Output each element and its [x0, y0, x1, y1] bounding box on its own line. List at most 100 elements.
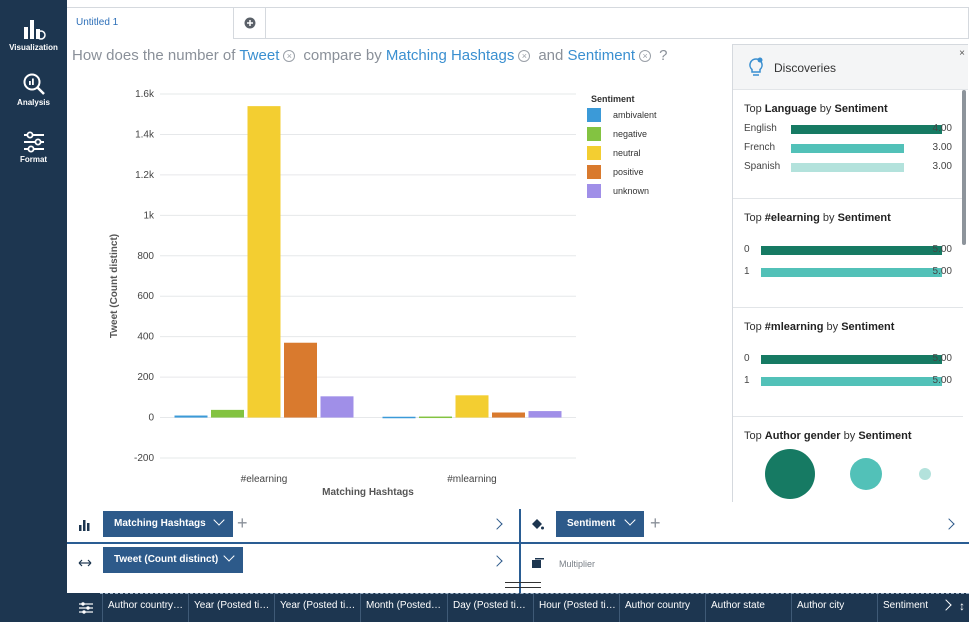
- tab-bar-empty: [266, 7, 969, 39]
- discovery-card[interactable]: Top #elearning by Sentiment 0 5.00 1 5.00: [733, 199, 963, 308]
- color-chip[interactable]: Sentiment: [556, 511, 644, 537]
- lightbulb-icon: [749, 57, 763, 76]
- field-item-label: Year (Posted ti…: [280, 600, 356, 611]
- y-tick-label: 1.2k: [135, 170, 155, 181]
- y-tick-label: 800: [137, 251, 154, 262]
- field-item-label: Hour (Posted ti…: [539, 600, 616, 611]
- add-tab-button[interactable]: [234, 7, 266, 39]
- bar[interactable]: [247, 106, 281, 418]
- bar-axis-icon: [79, 520, 90, 531]
- field-item-label: Sentiment: [883, 600, 929, 611]
- bar-chart-icon: [23, 20, 46, 40]
- field-item[interactable]: Author city: [791, 593, 877, 622]
- app-root: Visualization Analysis Format Untitled 1…: [0, 0, 969, 622]
- bar[interactable]: [492, 412, 525, 418]
- shelf-divider-horizontal: [67, 542, 969, 544]
- field-item-label: Day (Posted ti…: [453, 600, 526, 611]
- field-item[interactable]: Sentiment: [877, 593, 935, 622]
- field-item[interactable]: Day (Posted ti…: [447, 593, 533, 622]
- field-item[interactable]: Year (Posted ti…: [188, 593, 274, 622]
- legend-label: neutral: [613, 148, 641, 158]
- discovery-row-value: 4.00: [932, 123, 952, 134]
- bar[interactable]: [211, 409, 244, 418]
- field-item-label: Author state: [711, 600, 765, 611]
- discovery-bubble: [919, 468, 931, 480]
- x-tick-label: #mlearning: [447, 474, 496, 485]
- bar[interactable]: [455, 395, 489, 418]
- field-item-label: Author country…: [108, 600, 184, 611]
- close-discoveries-button[interactable]: ×: [959, 48, 965, 59]
- discoveries-scrollbar[interactable]: [962, 90, 966, 245]
- sidebar-item-visualization[interactable]: Visualization: [0, 17, 67, 52]
- y-tick-label: 0: [148, 413, 154, 424]
- remove-dimension-1-icon[interactable]: ×: [518, 50, 531, 63]
- field-item[interactable]: Author country…: [102, 593, 188, 622]
- question-measure[interactable]: Tweet: [239, 47, 279, 64]
- legend-label: unknown: [613, 186, 650, 196]
- discoveries-title: Discoveries: [774, 61, 837, 75]
- bar[interactable]: [382, 416, 416, 419]
- sidebar-item-format[interactable]: Format: [0, 131, 67, 164]
- legend-swatch: [587, 184, 601, 198]
- discovery-card-title: Top Language by Sentiment: [744, 103, 888, 115]
- question-prefix: How does the number of: [72, 47, 236, 64]
- bar[interactable]: [320, 396, 354, 418]
- discovery-row-value: 3.00: [932, 161, 952, 172]
- discovery-card[interactable]: Top Author gender by Sentiment: [733, 417, 963, 502]
- discovery-row-label: English: [744, 123, 777, 134]
- bar[interactable]: [174, 415, 208, 418]
- y-tick-label: 400: [137, 332, 154, 343]
- sort-arrows-icon[interactable]: ↕: [959, 599, 965, 613]
- left-sidebar: Visualization Analysis Format: [0, 0, 67, 622]
- chevron-right-icon[interactable]: [940, 599, 952, 611]
- fields-bar-separator: [100, 593, 969, 595]
- discovery-card[interactable]: Top Language by Sentiment English 4.00 Fren…: [733, 90, 963, 199]
- field-item[interactable]: Year (Posted ti…: [274, 593, 360, 622]
- y-tick-label: 600: [137, 291, 154, 302]
- add-x-axis-button[interactable]: +: [237, 513, 248, 534]
- y-tick-label: 200: [137, 372, 154, 383]
- question-dimension-1[interactable]: Matching Hashtags: [386, 47, 514, 64]
- discovery-row-bar: [761, 355, 942, 364]
- bar[interactable]: [528, 411, 562, 418]
- remove-dimension-2-icon[interactable]: ×: [639, 50, 652, 63]
- discovery-row-bar: [791, 125, 942, 134]
- legend-label: ambivalent: [613, 110, 657, 120]
- tab-untitled-1[interactable]: Untitled 1: [67, 7, 234, 39]
- sidebar-item-analysis[interactable]: Analysis: [0, 72, 67, 107]
- discovery-card[interactable]: Top #mlearning by Sentiment 0 5.00 1 5.00: [733, 308, 963, 417]
- chevron-down-icon[interactable]: [624, 514, 636, 526]
- discovery-row-value: 5.00: [932, 244, 952, 255]
- discoveries-panel: Discoveries × Top Language by Sentiment E…: [732, 44, 968, 502]
- multiplier-label[interactable]: Multiplier: [559, 559, 595, 569]
- chevron-down-icon[interactable]: [213, 514, 225, 526]
- legend-swatch: [587, 146, 601, 160]
- question-bar: How does the number of Tweet × compare by …: [72, 47, 667, 69]
- field-item[interactable]: Hour (Posted ti…: [533, 593, 619, 622]
- discovery-row-bar: [791, 163, 905, 172]
- field-item[interactable]: Month (Posted…: [360, 593, 447, 622]
- remove-measure-icon[interactable]: ×: [283, 50, 296, 63]
- x-axis-chip[interactable]: Matching Hashtags: [103, 511, 233, 537]
- add-color-button[interactable]: +: [650, 513, 661, 534]
- paint-bucket-icon: [532, 519, 544, 530]
- chevron-right-icon[interactable]: [943, 518, 955, 530]
- discovery-row-label: 1: [744, 375, 750, 386]
- field-item[interactable]: Author state: [705, 593, 791, 622]
- question-dimension-2[interactable]: Sentiment: [568, 47, 636, 64]
- discovery-bubble: [850, 458, 882, 490]
- discovery-row-label: 0: [744, 244, 750, 255]
- bar[interactable]: [419, 416, 452, 419]
- field-item[interactable]: Author country: [619, 593, 705, 622]
- resize-handle[interactable]: [505, 582, 541, 588]
- bar[interactable]: [284, 342, 317, 418]
- y-axis-chip[interactable]: Tweet (Count distinct): [103, 547, 243, 573]
- question-mid: compare by: [303, 47, 382, 64]
- legend-label: positive: [613, 167, 644, 177]
- discovery-row-value: 3.00: [932, 142, 952, 153]
- chevron-right-icon[interactable]: [491, 555, 503, 567]
- chevron-down-icon[interactable]: [223, 550, 235, 562]
- chevron-right-icon[interactable]: [491, 518, 503, 530]
- sliders-icon[interactable]: [78, 601, 94, 615]
- y-axis-chip-label: Tweet (Count distinct): [114, 554, 219, 565]
